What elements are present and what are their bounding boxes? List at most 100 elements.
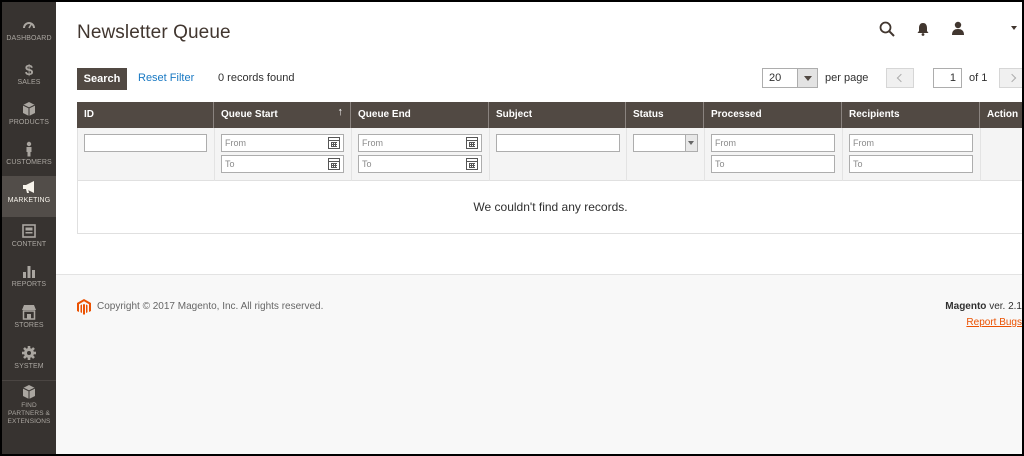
page-title: Newsletter Queue: [77, 22, 231, 43]
per-page-select[interactable]: 20: [762, 68, 818, 88]
chevron-down-icon: [797, 69, 817, 87]
chevron-down-icon: [685, 135, 697, 151]
sidebar-item-content[interactable]: CONTENT: [2, 220, 56, 260]
cube-icon: [22, 102, 36, 116]
sidebar-item-label: MARKETING: [7, 197, 51, 204]
filter-cell-queue-start: From To: [215, 128, 352, 181]
page-footer: Copyright © 2017 Magento, Inc. All right…: [56, 274, 1022, 454]
column-header-queue-end[interactable]: Queue End: [351, 102, 489, 128]
calendar-icon[interactable]: [466, 158, 478, 170]
box-icon: [22, 385, 36, 399]
subject-filter-input[interactable]: [496, 134, 620, 152]
search-icon[interactable]: [879, 21, 895, 37]
sidebar-item-label: SYSTEM: [14, 363, 44, 370]
placeholder-text: From: [853, 138, 874, 148]
page-number-input[interactable]: 1: [933, 68, 962, 88]
svg-text:$: $: [25, 62, 34, 77]
empty-state-message: We couldn't find any records.: [473, 200, 628, 214]
bar-chart-icon: [23, 266, 35, 278]
reset-filter-link[interactable]: Reset Filter: [138, 72, 194, 84]
column-header-id[interactable]: ID: [77, 102, 214, 128]
magento-version: Magento ver. 2.1: [945, 301, 1022, 312]
sidebar-item-reports[interactable]: REPORTS: [2, 260, 56, 300]
column-header-processed[interactable]: Processed: [704, 102, 842, 128]
sidebar-item-system[interactable]: SYSTEM: [2, 342, 56, 382]
sidebar-item-label: DASHBOARD: [6, 35, 52, 42]
notifications-bell-icon[interactable]: [916, 22, 930, 36]
megaphone-icon: [23, 181, 34, 193]
content-icon: [22, 224, 36, 238]
filter-cell-status: [627, 128, 705, 181]
sidebar-item-label: CUSTOMERS: [6, 159, 52, 166]
version-text: ver. 2.1: [989, 301, 1022, 312]
page-count: of 1: [969, 72, 988, 84]
column-header-label: Queue Start: [221, 109, 278, 120]
main-content: Newsletter Queue Search Reset Filter 0 r…: [56, 2, 1022, 454]
sidebar-item-dashboard[interactable]: DASHBOARD: [2, 14, 56, 54]
queue-start-to-input[interactable]: To: [221, 155, 344, 173]
sidebar-item-label: STORES: [14, 322, 44, 329]
placeholder-text: From: [225, 138, 246, 148]
user-account-icon[interactable]: [951, 21, 965, 35]
sidebar-item-marketing[interactable]: MARKETING: [2, 176, 56, 217]
column-header-label: Status: [633, 109, 664, 120]
processed-from-input[interactable]: From: [711, 134, 835, 152]
id-filter-input[interactable]: [84, 134, 207, 152]
records-found-count: 0 records found: [218, 72, 295, 84]
queue-end-from-input[interactable]: From: [358, 134, 482, 152]
placeholder-text: From: [715, 138, 736, 148]
placeholder-text: To: [715, 159, 725, 169]
sidebar-item-products[interactable]: PRODUCTS: [2, 98, 56, 138]
column-header-label: Processed: [711, 109, 762, 120]
sidebar-item-sales[interactable]: $ SALES: [2, 58, 56, 98]
queue-end-to-input[interactable]: To: [358, 155, 482, 173]
recipients-to-input[interactable]: To: [849, 155, 973, 173]
grid-toolbar: Search Reset Filter 0 records found 20 p…: [77, 68, 1022, 90]
gear-icon: [22, 346, 36, 360]
calendar-icon[interactable]: [328, 158, 340, 170]
recipients-from-input[interactable]: From: [849, 134, 973, 152]
chevron-down-icon[interactable]: [1011, 26, 1017, 31]
page-header: Newsletter Queue: [56, 2, 1022, 64]
queue-start-from-input[interactable]: From: [221, 134, 344, 152]
sidebar-item-stores[interactable]: STORES: [2, 301, 56, 341]
column-header-subject[interactable]: Subject: [489, 102, 626, 128]
processed-to-input[interactable]: To: [711, 155, 835, 173]
magento-logo-icon: [77, 299, 91, 315]
newsletter-queue-grid: ID Queue Start ↑ Queue End Subject Status…: [77, 102, 1022, 234]
per-page-label: per page: [825, 72, 869, 84]
grid-header-row: ID Queue Start ↑ Queue End Subject Status…: [77, 102, 1022, 128]
filter-cell-subject: [490, 128, 627, 181]
column-header-label: ID: [84, 109, 94, 120]
column-header-queue-start[interactable]: Queue Start ↑: [214, 102, 351, 128]
previous-page-button[interactable]: [886, 68, 914, 88]
copyright-text: Copyright © 2017 Magento, Inc. All right…: [97, 301, 324, 312]
dollar-icon: $: [25, 62, 34, 77]
sidebar-item-label: PRODUCTS: [8, 119, 50, 126]
sidebar-item-find-partners[interactable]: FIND PARTNERS & EXTENSIONS: [2, 380, 56, 426]
report-bugs-link[interactable]: Report Bugs: [966, 317, 1022, 328]
placeholder-text: From: [362, 138, 383, 148]
search-button[interactable]: Search: [77, 68, 127, 90]
column-header-status[interactable]: Status: [626, 102, 704, 128]
calendar-icon[interactable]: [466, 137, 478, 149]
person-icon: [26, 141, 32, 157]
sort-ascending-icon: ↑: [337, 106, 344, 118]
column-header-recipients[interactable]: Recipients: [842, 102, 980, 128]
filter-cell-action: [981, 128, 1022, 181]
sidebar-item-label: REPORTS: [11, 281, 47, 288]
column-header-label: Recipients: [849, 109, 900, 120]
next-page-button[interactable]: [999, 68, 1022, 88]
status-filter-select[interactable]: [633, 134, 698, 152]
dashboard-icon: [23, 22, 35, 29]
admin-window: DASHBOARD $ SALES PRODUCTS CUSTOMERS MAR…: [0, 0, 1024, 456]
placeholder-text: To: [853, 159, 863, 169]
sidebar-item-label: CONTENT: [11, 241, 47, 248]
column-header-label: Queue End: [358, 109, 411, 120]
calendar-icon[interactable]: [328, 137, 340, 149]
sidebar-item-label: FIND PARTNERS & EXTENSIONS: [7, 402, 51, 425]
sidebar-item-label: SALES: [17, 79, 41, 86]
filter-cell-recipients: From To: [843, 128, 981, 181]
sidebar-item-customers[interactable]: CUSTOMERS: [2, 138, 56, 178]
column-header-label: Action: [987, 109, 1019, 120]
